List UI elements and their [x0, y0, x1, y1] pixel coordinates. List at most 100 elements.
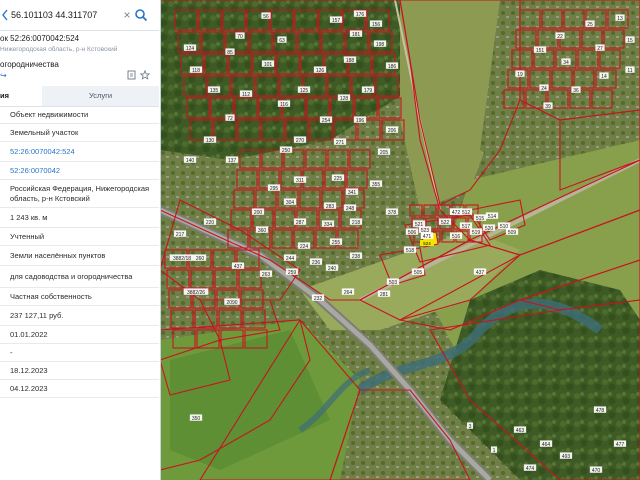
- parcel-number[interactable]: 24: [539, 84, 549, 92]
- parcel-number[interactable]: 225: [331, 174, 345, 182]
- parcel-number[interactable]: 283: [323, 202, 337, 210]
- parcel-number[interactable]: 360: [255, 226, 269, 234]
- parcel-number[interactable]: 255: [329, 238, 343, 246]
- parcel-number[interactable]: 188: [343, 56, 357, 64]
- parcel-number[interactable]: 350: [189, 414, 203, 422]
- search-icon[interactable]: [134, 7, 148, 23]
- parcel-number[interactable]: 116: [277, 100, 291, 108]
- parcel-number[interactable]: 236: [309, 258, 323, 266]
- parcel-number[interactable]: 517: [459, 222, 473, 230]
- parcel-number[interactable]: 520: [482, 224, 496, 232]
- tab-info[interactable]: ия: [0, 86, 42, 106]
- tab-services[interactable]: Услуги: [42, 86, 159, 106]
- parcel-number[interactable]: 263: [259, 270, 273, 278]
- parcel-number[interactable]: 474: [523, 464, 537, 472]
- parcel-number[interactable]: 128: [337, 94, 351, 102]
- attribute-row[interactable]: 52:26:0070042: [0, 162, 159, 180]
- parcel-number[interactable]: 22: [555, 32, 565, 40]
- parcel-number[interactable]: 270: [293, 136, 307, 144]
- parcel-number[interactable]: 25: [585, 20, 595, 28]
- parcel-number[interactable]: 378: [385, 208, 399, 216]
- parcel-number[interactable]: 464: [539, 440, 553, 448]
- parcel-number[interactable]: 271: [333, 138, 347, 146]
- parcel-number[interactable]: 437: [231, 262, 245, 270]
- parcel-number[interactable]: 248: [343, 204, 357, 212]
- parcel-number[interactable]: 334: [321, 220, 335, 228]
- parcel-number[interactable]: 311: [293, 176, 307, 184]
- parcel-number[interactable]: 493: [559, 452, 573, 460]
- parcel-number[interactable]: 39: [543, 102, 553, 110]
- parcel-number[interactable]: 198: [373, 40, 387, 48]
- parcel-number[interactable]: 151: [533, 46, 547, 54]
- parcel-number[interactable]: 124: [183, 44, 197, 52]
- parcel-number[interactable]: 206: [385, 126, 399, 134]
- parcel-number[interactable]: 200: [251, 208, 265, 216]
- parcel-number[interactable]: 3: [466, 422, 474, 430]
- parcel-number[interactable]: 186: [385, 62, 399, 70]
- parcel-number[interactable]: 118: [189, 66, 203, 74]
- parcel-number[interactable]: 157: [329, 16, 343, 24]
- parcel-number[interactable]: 250: [279, 146, 293, 154]
- parcel-number[interactable]: 264: [341, 288, 355, 296]
- parcel-number[interactable]: 126: [313, 66, 327, 74]
- parcel-number[interactable]: 240: [325, 264, 339, 272]
- star-icon[interactable]: [140, 70, 150, 80]
- close-icon[interactable]: ×: [121, 8, 133, 22]
- parcel-number[interactable]: 260: [193, 254, 207, 262]
- parcel-number[interactable]: 218: [349, 218, 363, 226]
- parcel-number[interactable]: 130: [203, 136, 217, 144]
- parcel-number[interactable]: 304: [283, 198, 297, 206]
- parcel-number[interactable]: 70: [235, 32, 245, 40]
- parcel-number[interactable]: 295: [267, 184, 281, 192]
- parcel-number[interactable]: 34: [561, 58, 571, 66]
- parcel-number[interactable]: 505: [411, 268, 425, 276]
- parcel-number[interactable]: 56: [261, 12, 271, 20]
- parcel-number[interactable]: 355: [369, 180, 383, 188]
- attribute-row[interactable]: 52:26:0070042:524: [0, 142, 159, 162]
- parcel-number[interactable]: 205: [377, 148, 391, 156]
- parcel-number[interactable]: 3882/26: [183, 288, 209, 296]
- parcel-number[interactable]: 63: [277, 36, 287, 44]
- parcel-number[interactable]: 506: [405, 228, 419, 236]
- parcel-number[interactable]: 72: [225, 114, 235, 122]
- parcel-number[interactable]: 518: [403, 246, 417, 254]
- parcel-number[interactable]: 125: [297, 86, 311, 94]
- search-input[interactable]: [11, 8, 119, 22]
- parcel-number[interactable]: 140: [183, 156, 197, 164]
- parcel-number[interactable]: 477: [613, 440, 627, 448]
- parcel-number[interactable]: 196: [353, 116, 367, 124]
- parcel-number[interactable]: 101: [261, 60, 275, 68]
- parcel-number[interactable]: 516: [449, 232, 463, 240]
- parcel-number[interactable]: 181: [349, 30, 363, 38]
- parcel-number[interactable]: 515: [473, 214, 487, 222]
- parcel-number[interactable]: 137: [225, 156, 239, 164]
- parcel-number[interactable]: 472: [449, 208, 463, 216]
- parcel-number[interactable]: 135: [207, 86, 221, 94]
- parcel-number[interactable]: 244: [283, 254, 297, 262]
- parcel-number[interactable]: 478: [593, 406, 607, 414]
- parcel-number[interactable]: 471: [420, 232, 434, 240]
- parcel-number[interactable]: 1: [490, 446, 498, 454]
- parcel-number[interactable]: 470: [589, 466, 603, 474]
- parcel-number[interactable]: 463: [513, 426, 527, 434]
- parcel-number[interactable]: 36: [571, 86, 581, 94]
- parcel-number[interactable]: 19: [515, 70, 525, 78]
- parcel-number[interactable]: 14: [599, 72, 609, 80]
- parcel-number[interactable]: 254: [319, 116, 333, 124]
- parcel-number[interactable]: 341: [345, 188, 359, 196]
- parcel-number[interactable]: 224: [297, 242, 311, 250]
- parcel-number[interactable]: 259: [285, 268, 299, 276]
- parcel-number[interactable]: 3882/18: [169, 254, 195, 262]
- parcel-number[interactable]: 287: [293, 218, 307, 226]
- parcel-number[interactable]: 11: [625, 66, 635, 74]
- parcel-number[interactable]: 85: [225, 48, 235, 56]
- parcel-number[interactable]: 15: [625, 36, 635, 44]
- parcel-number[interactable]: 156: [369, 20, 383, 28]
- parcel-number[interactable]: 522: [438, 218, 452, 226]
- parcel-number[interactable]: 514: [485, 212, 499, 220]
- parcel-number[interactable]: 13: [615, 14, 625, 22]
- parcel-number[interactable]: 232: [311, 294, 325, 302]
- parcel-number[interactable]: 503: [386, 278, 400, 286]
- parcel-number[interactable]: 437: [473, 268, 487, 276]
- report-icon[interactable]: [127, 70, 137, 80]
